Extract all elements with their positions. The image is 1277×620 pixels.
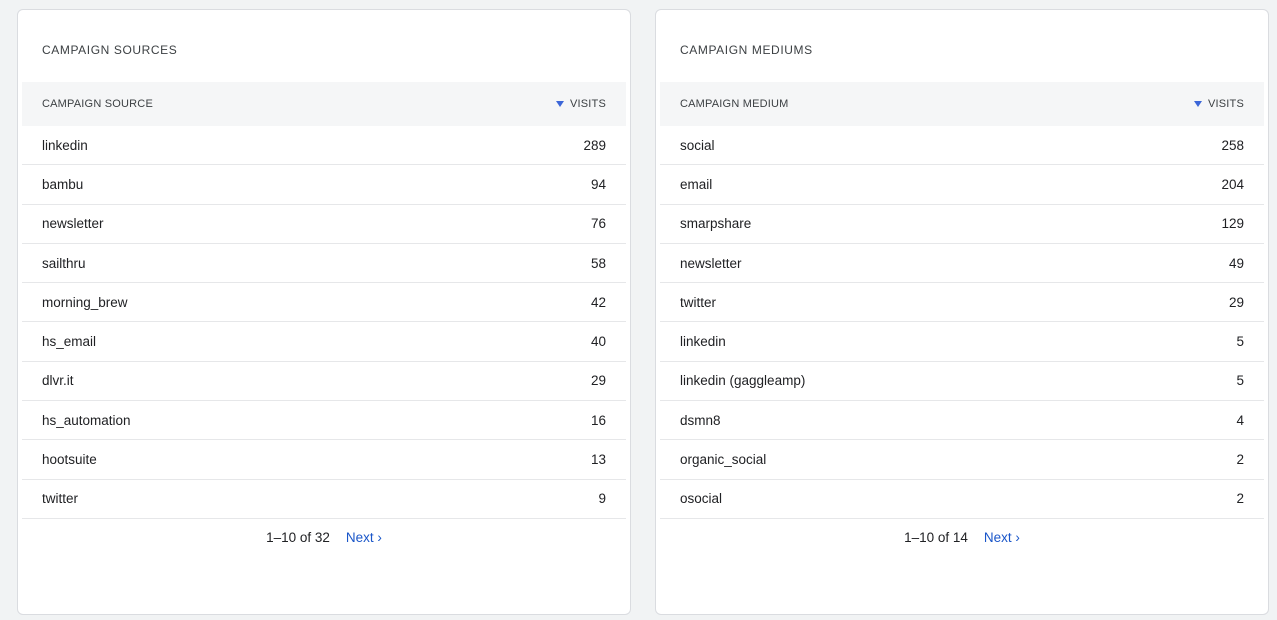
table-row[interactable]: sailthru 58: [22, 244, 626, 284]
table-row[interactable]: newsletter 76: [22, 205, 626, 244]
column-header-campaign-source[interactable]: CAMPAIGN SOURCE: [42, 98, 153, 110]
row-value: 289: [583, 137, 606, 153]
row-value: 9: [598, 491, 606, 507]
table-row[interactable]: hs_email 40: [22, 322, 626, 362]
row-label: bambu: [42, 176, 84, 192]
table-row[interactable]: linkedin 5: [660, 322, 1264, 362]
table-row[interactable]: morning_brew 42: [22, 283, 626, 323]
row-label: sailthru: [42, 255, 86, 271]
table-header: CAMPAIGN SOURCE VISITS: [22, 82, 626, 126]
campaign-sources-table: CAMPAIGN SOURCE VISITS linkedin 289 bambu…: [22, 82, 626, 519]
row-label: organic_social: [680, 452, 767, 468]
table-row[interactable]: email 204: [660, 165, 1264, 205]
row-value: 76: [590, 216, 606, 232]
table-row[interactable]: linkedin 289: [22, 126, 626, 166]
row-value: 42: [590, 294, 606, 310]
row-label: linkedin: [680, 334, 726, 350]
row-label: social: [680, 137, 715, 153]
table-body: social 258 email 204 smarpshare 129 newslet…: [660, 126, 1264, 519]
row-value: 204: [1221, 176, 1244, 192]
campaign-mediums-table: CAMPAIGN MEDIUM VISITS social 258 email 20…: [660, 82, 1264, 519]
row-label: newsletter: [42, 216, 104, 232]
row-value: 5: [1236, 334, 1244, 350]
row-label: email: [680, 176, 713, 192]
table-row[interactable]: newsletter 49: [660, 244, 1264, 284]
row-label: linkedin (gaggleamp): [680, 373, 806, 389]
table-row[interactable]: smarpshare 129: [660, 205, 1264, 244]
table-row[interactable]: dlvr.it 29: [22, 362, 626, 402]
row-value: 58: [590, 255, 606, 271]
row-label: osocial: [680, 491, 723, 507]
row-label: newsletter: [680, 255, 742, 271]
card-title: CAMPAIGN MEDIUMS: [680, 43, 813, 57]
row-value: 49: [1228, 255, 1244, 271]
card-title: CAMPAIGN SOURCES: [42, 43, 178, 57]
sort-visits-button[interactable]: VISITS: [1193, 98, 1244, 110]
row-label: hs_automation: [42, 412, 131, 428]
row-label: linkedin: [42, 137, 88, 153]
column-header-visits: VISITS: [569, 98, 606, 110]
pagination-range: 1–10 of 14: [904, 530, 968, 545]
row-value: 29: [590, 373, 606, 389]
row-label: hs_email: [42, 334, 97, 350]
row-label: smarpshare: [680, 216, 752, 232]
row-label: dsmn8: [680, 412, 721, 428]
table-row[interactable]: osocial 2: [660, 480, 1264, 519]
pagination-range: 1–10 of 32: [266, 530, 330, 545]
row-value: 94: [590, 176, 606, 192]
table-header: CAMPAIGN MEDIUM VISITS: [660, 82, 1264, 126]
table-row[interactable]: bambu 94: [22, 165, 626, 205]
table-row[interactable]: hs_automation 16: [22, 401, 626, 441]
campaign-mediums-card: CAMPAIGN MEDIUMS CAMPAIGN MEDIUM VISITS …: [655, 9, 1269, 615]
row-value: 2: [1236, 452, 1244, 468]
row-value: 13: [590, 452, 606, 468]
table-row[interactable]: organic_social 2: [660, 440, 1264, 480]
next-page-link[interactable]: Next ›: [346, 530, 382, 545]
next-page-link[interactable]: Next ›: [984, 530, 1020, 545]
column-header-campaign-medium[interactable]: CAMPAIGN MEDIUM: [680, 98, 789, 110]
row-value: 40: [590, 334, 606, 350]
row-label: hootsuite: [42, 452, 97, 468]
row-value: 2: [1236, 491, 1244, 507]
table-row[interactable]: twitter 9: [22, 480, 626, 519]
table-row[interactable]: twitter 29: [660, 283, 1264, 323]
sort-descending-icon: [1193, 101, 1202, 107]
row-value: 5: [1236, 373, 1244, 389]
row-label: dlvr.it: [42, 373, 74, 389]
row-label: morning_brew: [42, 294, 128, 310]
campaign-sources-card: CAMPAIGN SOURCES CAMPAIGN SOURCE VISITS …: [17, 9, 631, 615]
row-value: 29: [1228, 294, 1244, 310]
table-row[interactable]: social 258: [660, 126, 1264, 166]
row-value: 129: [1221, 216, 1244, 232]
table-row[interactable]: linkedin (gaggleamp) 5: [660, 362, 1264, 402]
column-header-visits: VISITS: [1207, 98, 1244, 110]
pagination: 1–10 of 14 Next ›: [656, 530, 1268, 545]
pagination: 1–10 of 32 Next ›: [18, 530, 630, 545]
table-body: linkedin 289 bambu 94 newsletter 76 sailthr…: [22, 126, 626, 519]
table-row[interactable]: dsmn8 4: [660, 401, 1264, 441]
row-value: 16: [590, 412, 606, 428]
row-value: 258: [1221, 137, 1244, 153]
sort-visits-button[interactable]: VISITS: [555, 98, 606, 110]
row-label: twitter: [42, 491, 79, 507]
table-row[interactable]: hootsuite 13: [22, 440, 626, 480]
row-value: 4: [1236, 412, 1244, 428]
sort-descending-icon: [555, 101, 564, 107]
row-label: twitter: [680, 294, 717, 310]
